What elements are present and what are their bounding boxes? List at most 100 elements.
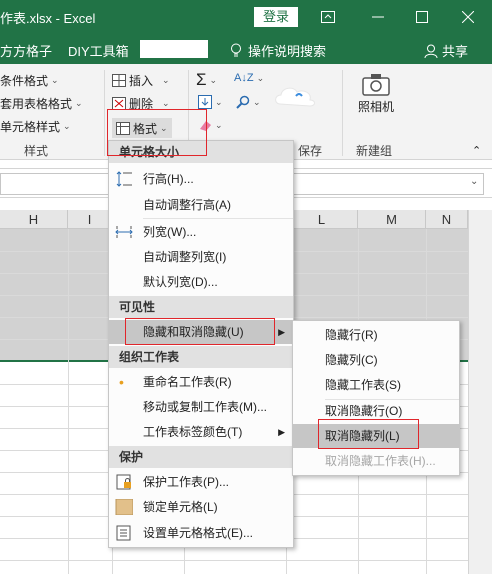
format-cells-dialog-icon bbox=[116, 525, 131, 541]
search-icon bbox=[236, 95, 250, 109]
row-height-icon bbox=[116, 171, 132, 187]
column-header[interactable]: M bbox=[358, 210, 426, 229]
camera-button[interactable]: 照相机 bbox=[358, 72, 394, 115]
column-header[interactable]: H bbox=[0, 210, 68, 229]
menu-item-autofit-column-width[interactable]: 自动调整列宽(I) bbox=[109, 245, 293, 269]
menu-item-label: 保护工作表(P)... bbox=[143, 475, 229, 489]
tell-me-label: 操作说明搜索 bbox=[248, 44, 327, 59]
fill-button[interactable]: ⌄ bbox=[198, 95, 223, 109]
menu-item-move-copy-sheet[interactable]: 移动或复制工作表(M)... bbox=[109, 395, 293, 419]
chevron-down-icon: ⌄ bbox=[160, 122, 168, 133]
menu-item-row-height[interactable]: 行高(H)... bbox=[109, 167, 293, 191]
lightbulb-icon bbox=[231, 43, 241, 57]
expand-formula-bar-icon[interactable]: ⌄ bbox=[470, 176, 478, 187]
sort-filter-button[interactable]: A↓Z ⌄ bbox=[234, 72, 264, 84]
format-dropdown-menu: 单元格大小 行高(H)... 自动调整行高(A) 列宽(W)... 自动调整列宽… bbox=[108, 140, 294, 548]
column-header[interactable]: N bbox=[426, 210, 468, 229]
maximize-icon[interactable] bbox=[410, 6, 434, 28]
submenu-arrow-icon: ▶ bbox=[278, 327, 285, 337]
delete-cells-icon bbox=[112, 97, 126, 110]
chevron-down-icon: ⌄ bbox=[209, 74, 218, 85]
menu-item-format-cells[interactable]: 设置单元格格式(E)... bbox=[109, 521, 293, 545]
protect-sheet-icon bbox=[116, 474, 131, 490]
menu-item-hide-sheet[interactable]: 隐藏工作表(S) bbox=[293, 373, 459, 397]
chevron-down-icon: ⌄ bbox=[253, 96, 261, 107]
clear-button[interactable]: ⌄ bbox=[198, 119, 223, 131]
gridline bbox=[0, 560, 468, 561]
tab-diy-toolbox[interactable]: DIY工具箱 bbox=[68, 41, 129, 60]
window-title: 作表.xlsx - Excel bbox=[0, 11, 96, 26]
menu-item-hide-rows[interactable]: 隐藏行(R) bbox=[293, 323, 459, 347]
eraser-icon bbox=[200, 121, 211, 131]
conditional-format-button[interactable]: 条件格式 ⌄ bbox=[0, 72, 59, 89]
menu-item-label: 设置单元格格式(E)... bbox=[143, 526, 253, 540]
cell-styles-label: 单元格样式 bbox=[0, 120, 61, 134]
section-cell-size: 单元格大小 bbox=[109, 141, 293, 163]
new-group-label: 新建组 bbox=[356, 144, 393, 158]
table-format-label: 套用表格格式 bbox=[0, 97, 73, 111]
find-select-button[interactable]: ⌄ bbox=[236, 95, 261, 109]
column-header[interactable]: I bbox=[68, 210, 112, 229]
tell-me-search[interactable]: 操作说明搜索 bbox=[230, 41, 326, 60]
cloud-save-icon bbox=[275, 87, 315, 107]
close-icon[interactable] bbox=[456, 6, 480, 28]
sort-az-icon: A↓Z bbox=[234, 72, 254, 84]
section-organize-sheets: 组织工作表 bbox=[109, 346, 293, 368]
autosum-button[interactable]: Σ ⌄ bbox=[196, 70, 217, 90]
menu-item-hide-columns[interactable]: 隐藏列(C) bbox=[293, 348, 459, 372]
chevron-down-icon: ⌄ bbox=[215, 96, 223, 107]
menu-item-label: 锁定单元格(L) bbox=[143, 500, 218, 514]
minimize-icon[interactable] bbox=[366, 6, 390, 28]
gridline bbox=[68, 229, 69, 574]
column-header[interactable]: L bbox=[286, 210, 358, 229]
menu-bar: 方方格子 DIY工具箱 操作说明搜索 共享 bbox=[0, 34, 492, 64]
menu-item-label: 移动或复制工作表(M)... bbox=[143, 400, 267, 414]
menu-item-protect-sheet[interactable]: 保护工作表(P)... bbox=[109, 470, 293, 494]
tab-fangfanggezi[interactable]: 方方格子 bbox=[0, 41, 52, 60]
redacted-block bbox=[140, 40, 208, 58]
menu-item-tab-color[interactable]: 工作表标签颜色(T) ▶ bbox=[109, 420, 293, 444]
format-label: 格式 bbox=[133, 121, 158, 136]
chevron-down-icon: ⌄ bbox=[162, 98, 170, 108]
share-label: 共享 bbox=[442, 44, 469, 59]
vertical-scrollbar[interactable] bbox=[468, 210, 492, 574]
menu-item-hide-unhide[interactable]: 隐藏和取消隐藏(U) ▶ bbox=[109, 320, 293, 344]
menu-item-rename-sheet[interactable]: • 重命名工作表(R) bbox=[109, 370, 293, 394]
menu-item-label: 默认列宽(D)... bbox=[143, 275, 218, 289]
share-button[interactable]: 共享 bbox=[424, 41, 468, 60]
menu-item-label: 行高(H)... bbox=[143, 172, 194, 186]
section-visibility: 可见性 bbox=[109, 296, 293, 318]
delete-label: 删除 bbox=[129, 97, 154, 111]
menu-divider bbox=[143, 218, 293, 219]
chevron-down-icon: ⌄ bbox=[51, 75, 59, 85]
bullet-dot-icon: • bbox=[119, 374, 124, 390]
title-bar: 作表.xlsx - Excel 登录 bbox=[0, 0, 492, 34]
collapse-ribbon-icon[interactable]: ⌃ bbox=[472, 144, 481, 157]
menu-item-label: 列宽(W)... bbox=[143, 225, 197, 239]
save-group-label: 保存 bbox=[298, 144, 323, 158]
menu-item-default-width[interactable]: 默认列宽(D)... bbox=[109, 270, 293, 294]
table-format-button[interactable]: 套用表格格式 ⌄ bbox=[0, 95, 83, 112]
chevron-down-icon: ⌄ bbox=[75, 98, 83, 108]
ribbon-display-options-icon[interactable] bbox=[316, 6, 340, 28]
insert-button[interactable]: 插入 ⌄ bbox=[112, 72, 170, 89]
login-button[interactable]: 登录 bbox=[254, 7, 298, 27]
menu-item-label: 隐藏和取消隐藏(U) bbox=[143, 325, 244, 339]
menu-item-column-width[interactable]: 列宽(W)... bbox=[109, 220, 293, 244]
menu-item-autofit-row-height[interactable]: 自动调整行高(A) bbox=[109, 193, 293, 217]
menu-item-lock-cell[interactable]: 锁定单元格(L) bbox=[109, 495, 293, 519]
conditional-format-label: 条件格式 bbox=[0, 74, 49, 88]
fill-down-icon bbox=[198, 95, 212, 109]
menu-item-unhide-rows[interactable]: 取消隐藏行(O) bbox=[293, 399, 459, 423]
delete-button[interactable]: 删除 ⌄ bbox=[112, 95, 170, 112]
menu-item-unhide-columns[interactable]: 取消隐藏列(L) bbox=[293, 424, 459, 448]
styles-group-label: 样式 bbox=[24, 144, 49, 158]
lock-cell-icon bbox=[115, 499, 133, 515]
save-icon-cloud[interactable] bbox=[274, 82, 324, 112]
column-width-icon bbox=[115, 226, 133, 238]
cell-styles-button[interactable]: 单元格样式 ⌄ bbox=[0, 118, 71, 135]
menu-item-label: 自动调整列宽(I) bbox=[143, 250, 227, 264]
format-button[interactable]: 格式 ⌄ bbox=[112, 118, 172, 138]
person-icon bbox=[424, 44, 438, 58]
insert-cells-icon bbox=[112, 74, 126, 87]
